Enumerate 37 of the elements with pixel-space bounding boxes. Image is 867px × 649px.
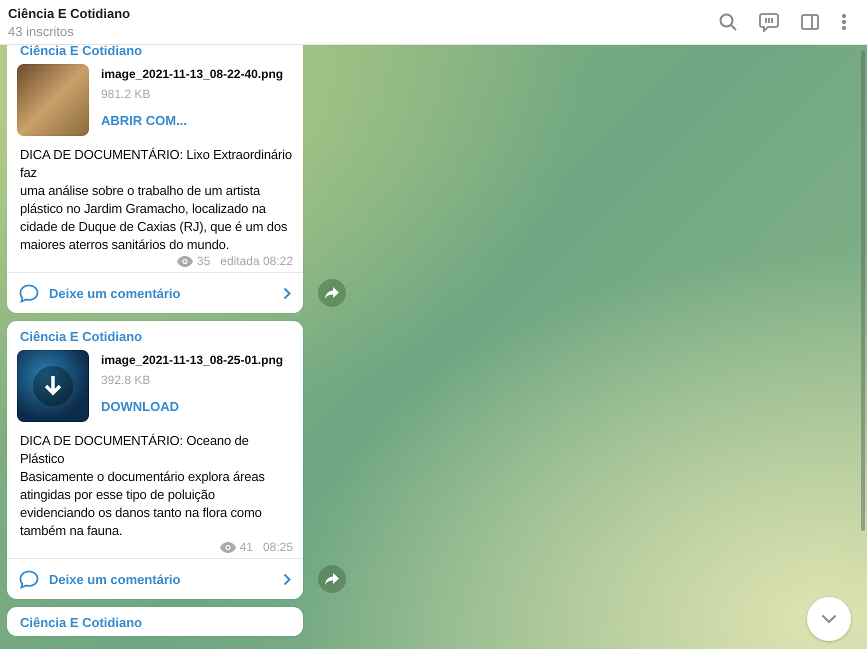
message-time: editada 08:22 [220,254,293,268]
share-arrow-icon [325,287,339,299]
speech-bubble-icon [19,284,39,302]
file-action-button[interactable]: ABRIR COM... [101,113,284,128]
eye-icon [176,256,193,266]
download-icon[interactable] [33,366,73,406]
eye-icon [220,542,236,552]
file-size: 392.8 KB [101,373,152,387]
more-icon[interactable] [841,13,847,31]
message-text: DICA DE DOCUMENTÁRIO: Oceano de Plástico Basicamente o documentário explora áreas atingidas por esse tipo de poluição evidenciando os danos tanto na flora como também na fauna. [20,432,266,540]
channel-name[interactable]: Ciência E Cotidiano [20,615,290,630]
chevron-down-icon [821,614,837,624]
search-icon[interactable] [719,13,737,31]
photo-placeholder[interactable] [17,350,89,422]
chevron-right-icon [283,572,291,586]
share-button[interactable] [318,279,346,307]
sidebar-toggle-icon[interactable] [801,14,819,30]
file-name: image_2021-11-13_08-25-01.png [101,353,284,367]
comment-link[interactable]: Deixe um comentário [7,272,303,313]
file-size: 981.2 KB [101,87,152,101]
scroll-down-button[interactable] [807,597,851,641]
view-count: 35 [196,254,210,268]
share-arrow-icon [325,573,339,585]
file-name: image_2021-11-13_08-22-40.png [101,67,284,81]
message-time: 08:25 [262,540,293,554]
subscriber-count: 43 inscritos [8,24,75,38]
channel-name[interactable]: Ciência E Cotidiano [20,45,290,58]
speech-bubble-icon [19,570,39,588]
view-count: 41 [240,540,253,554]
discussion-icon[interactable] [759,12,779,32]
channel-title: Ciência E Cotidiano [8,6,132,20]
channel-name[interactable]: Ciência E Cotidiano [20,329,290,344]
comment-link[interactable]: Deixe um comentário [7,558,303,599]
share-button[interactable] [318,565,346,593]
file-action-button[interactable]: DOWNLOAD [101,399,284,414]
chevron-right-icon [283,286,291,300]
message-text: DICA DE DOCUMENTÁRIO: Lixo Extraordinário faz uma análise sobre o trabalho de um artista plástico no Jardim Gramacho, localizado na cidade de Duque de Caxias (RJ), que é um dos maiores aterros sanitários do mundo. [20,146,293,254]
